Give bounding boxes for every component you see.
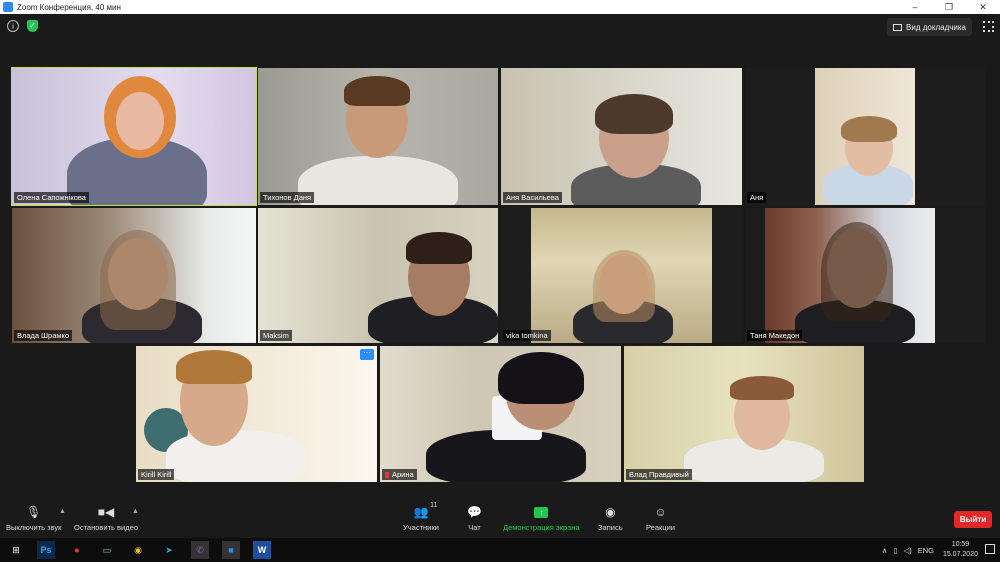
mic-muted-icon: [385, 472, 389, 478]
participant-name: Kirill Kirill: [138, 469, 175, 480]
video-label: Остановить видео: [74, 523, 138, 532]
video-options-caret-icon[interactable]: ▲: [132, 508, 139, 515]
speaker-view-button[interactable]: Вид докладчика: [887, 18, 972, 36]
window-title: Zoom Конференция, 40 мин: [17, 2, 121, 12]
mute-label: Выключить звук: [6, 523, 62, 532]
more-options-button[interactable]: ···: [360, 349, 374, 360]
zoom-taskbar-icon[interactable]: ■: [222, 541, 240, 559]
tray-chevron-icon[interactable]: ∧: [882, 546, 888, 555]
participants-button[interactable]: 👥 11 Участники: [403, 502, 439, 532]
participant-name: vika tomkina: [503, 330, 551, 341]
windows-start-icon[interactable]: ⊞: [7, 541, 25, 559]
network-icon[interactable]: ▯: [893, 546, 897, 555]
audio-options-caret-icon[interactable]: ▲: [59, 508, 66, 515]
smiley-icon: ☺: [654, 505, 667, 519]
participants-count: 11: [430, 502, 438, 509]
video-tile[interactable]: vika tomkina: [501, 208, 742, 343]
video-tile[interactable]: Арина: [380, 346, 621, 482]
microphone-icon: 🎙: [26, 505, 42, 519]
fullscreen-icon[interactable]: [983, 21, 994, 32]
meeting-toolbar: 🎙 Выключить звук ▲ ■◀ Остановить видео ▲…: [0, 500, 1000, 538]
participant-name-text: Арина: [392, 470, 414, 479]
share-label: Демонстрация экрана: [503, 523, 580, 532]
reactions-button[interactable]: ☺ Реакции: [646, 504, 675, 532]
participant-name: Таня Македон: [747, 330, 803, 341]
video-tile[interactable]: Таня Македон: [745, 208, 985, 343]
participant-name: Арина: [382, 469, 417, 480]
video-tile[interactable]: Олена Сапожнікова: [11, 67, 257, 206]
window-controls: – ❐ ✕: [898, 0, 1000, 14]
video-tile[interactable]: Maksim: [258, 208, 498, 343]
windows-taskbar: ⊞ Ps ● ▭ ◉ ➤ ✆ ■ W ∧ ▯ ◁) ENG 10:59 15.0…: [0, 538, 1000, 562]
input-language[interactable]: ENG: [918, 546, 934, 555]
close-button[interactable]: ✕: [966, 0, 1000, 14]
share-screen-button[interactable]: ↑ Демонстрация экрана: [503, 504, 580, 532]
mute-button[interactable]: 🎙 Выключить звук: [6, 504, 61, 532]
clock-date: 15.07.2020: [942, 551, 978, 558]
meeting-top-bar: i ✓ Вид докладчика: [0, 14, 1000, 40]
participants-label: Участники: [403, 523, 439, 532]
participant-name: Аня: [747, 192, 767, 203]
video-tile[interactable]: Влад Правдивый: [624, 346, 864, 482]
participant-name: Олена Сапожнікова: [14, 192, 89, 203]
stop-video-button[interactable]: ■◀ Остановить видео: [74, 504, 138, 532]
chat-label: Чат: [468, 523, 481, 532]
notification-icon[interactable]: [985, 544, 995, 554]
video-tile[interactable]: ··· Kirill Kirill: [136, 346, 377, 482]
taskbar-clock[interactable]: 10:59 15.07.2020: [943, 540, 978, 560]
telegram-icon[interactable]: ➤: [160, 541, 178, 559]
minimize-button[interactable]: –: [898, 0, 932, 14]
restore-button[interactable]: ❐: [932, 0, 966, 14]
record-button[interactable]: ◉ Запись: [598, 504, 623, 532]
video-tile[interactable]: Тихонов Даня: [258, 68, 498, 205]
word-icon[interactable]: W: [253, 541, 271, 559]
info-icon[interactable]: i: [7, 20, 19, 32]
participants-icon: 👥 11: [413, 502, 438, 519]
leave-meeting-button[interactable]: Выйти: [954, 511, 992, 528]
participant-name: Maksim: [260, 330, 292, 341]
video-tile[interactable]: Аня: [745, 68, 985, 205]
clock-time: 10:59: [951, 541, 970, 548]
participant-name: Тихонов Даня: [260, 192, 315, 203]
chrome-icon[interactable]: ◉: [129, 541, 147, 559]
volume-icon[interactable]: ◁): [903, 546, 911, 555]
chat-button[interactable]: 💬 Чат: [467, 504, 482, 532]
participant-name: Влада Шрамко: [14, 330, 73, 341]
zoom-app-icon: [3, 2, 13, 12]
shield-icon[interactable]: ✓: [27, 20, 38, 32]
speaker-view-label: Вид докладчика: [906, 22, 966, 32]
video-tile[interactable]: Аня Васильева: [501, 68, 742, 205]
record-label: Запись: [598, 523, 623, 532]
participant-name: Аня Васильева: [503, 192, 562, 203]
viber-icon[interactable]: ✆: [191, 541, 209, 559]
reactions-label: Реакции: [646, 523, 675, 532]
window-title-bar: Zoom Конференция, 40 мин – ❐ ✕: [0, 0, 1000, 14]
participant-name: Влад Правдивый: [626, 469, 692, 480]
video-camera-icon: ■◀: [97, 505, 115, 519]
video-tile[interactable]: Влада Шрамко: [12, 208, 256, 343]
speaker-view-icon: [893, 23, 903, 31]
share-screen-icon: ↑: [534, 504, 549, 520]
file-explorer-icon[interactable]: ▭: [98, 541, 116, 559]
record-icon: ◉: [605, 505, 616, 519]
photoshop-icon[interactable]: Ps: [37, 541, 55, 559]
chat-icon: 💬: [467, 505, 482, 519]
recorder-icon[interactable]: ●: [68, 541, 86, 559]
